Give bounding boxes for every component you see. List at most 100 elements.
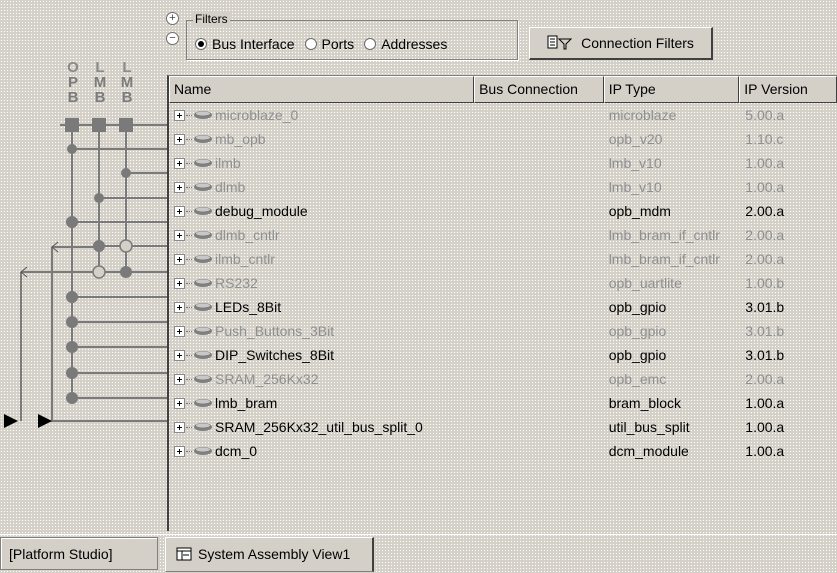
bus-slave-node: [66, 291, 78, 303]
ip-instance-name[interactable]: debug_module: [215, 203, 308, 219]
radio-bus-interface-button[interactable]: [195, 38, 207, 50]
bram-arrow-icon: [38, 414, 52, 428]
tree-expand-icon[interactable]: [174, 157, 185, 169]
table-row[interactable]: ilmb_cntlr lmb_bram_if_cntlr 2.00.a: [169, 247, 837, 271]
bus-slave-node: [67, 144, 77, 154]
ip-instance-name[interactable]: dcm_0: [215, 443, 257, 459]
ip-instance-name[interactable]: ilmb_cntlr: [215, 251, 275, 267]
cell-ip-version: 1.00.a: [745, 419, 785, 435]
column-header-bus-connection[interactable]: Bus Connection: [474, 76, 604, 103]
connection-filters-button[interactable]: Connection Filters: [529, 27, 713, 60]
ip-core-icon: [194, 375, 212, 383]
ip-instance-name[interactable]: dlmb: [215, 179, 245, 195]
table-row[interactable]: Push_Buttons_3Bit opb_gpio 3.01.b: [169, 319, 837, 343]
tree-expand-icon[interactable]: [174, 253, 185, 265]
tab-platform-studio[interactable]: [Platform Studio]: [0, 537, 158, 570]
collapse-all-icon[interactable]: −: [166, 32, 179, 45]
table-row[interactable]: dlmb_cntlr lmb_bram_if_cntlr 2.00.a: [169, 223, 837, 247]
table-row[interactable]: SRAM_256Kx32_util_bus_split_0 util_bus_sp…: [169, 415, 837, 439]
cell-ip-type: opb_gpio: [608, 323, 667, 339]
tree-expand-icon[interactable]: [174, 373, 185, 385]
ip-core-icon: [194, 231, 212, 239]
radio-addresses-button[interactable]: [364, 38, 377, 50]
system-assembly-grid: Name Bus Connection IP Type IP Version m…: [167, 75, 837, 531]
tree-expand-icon[interactable]: [174, 325, 185, 337]
column-header-ip-type[interactable]: IP Type: [603, 76, 740, 103]
cell-name: LEDs_8Bit: [169, 299, 474, 315]
tree-expand-icon[interactable]: [174, 421, 185, 433]
ip-instance-name[interactable]: lmb_bram: [215, 395, 277, 411]
ip-instance-name[interactable]: SRAM_256Kx32_util_bus_split_0: [215, 419, 423, 435]
bus-slave-node: [120, 266, 132, 278]
table-row[interactable]: mb_opb opb_v20 1.10.c: [169, 127, 837, 151]
filters-group: Filters Bus Interface Ports Addresses: [186, 12, 518, 60]
table-row[interactable]: DIP_Switches_8Bit opb_gpio 3.01.b: [169, 343, 837, 367]
ip-instance-name[interactable]: RS232: [215, 275, 258, 291]
tree-connector: [186, 234, 192, 236]
tree-connector: [186, 186, 192, 188]
radio-addresses[interactable]: Addresses: [364, 36, 447, 52]
radio-ports-button[interactable]: [304, 38, 317, 50]
ip-core-icon: [194, 399, 212, 407]
tree-connector: [186, 426, 192, 428]
ip-instance-name[interactable]: DIP_Switches_8Bit: [215, 347, 334, 363]
cell-ip-type: dcm_module: [608, 443, 689, 459]
cell-ip-type: opb_gpio: [608, 347, 667, 363]
cell-name: dlmb: [169, 179, 474, 195]
table-row[interactable]: lmb_bram bram_block 1.00.a: [169, 391, 837, 415]
tree-connector: [186, 282, 192, 284]
column-header-ip-version[interactable]: IP Version: [739, 76, 837, 103]
table-row[interactable]: dcm_0 dcm_module 1.00.a: [169, 439, 837, 463]
ip-instance-name[interactable]: SRAM_256Kx32: [215, 371, 319, 387]
radio-addresses-label: Addresses: [381, 36, 448, 52]
radio-ports[interactable]: Ports: [304, 36, 355, 52]
tab-system-assembly-view[interactable]: System Assembly View1: [165, 537, 374, 572]
ip-instance-name[interactable]: ilmb: [215, 155, 241, 171]
tree-expand-icon[interactable]: [174, 277, 185, 289]
ip-core-icon: [194, 351, 212, 359]
cell-ip-version: 3.01.b: [745, 347, 785, 363]
radio-bus-interface[interactable]: Bus Interface: [195, 36, 295, 52]
column-header-name[interactable]: Name: [169, 76, 475, 103]
tree-expand-icon[interactable]: [174, 205, 185, 217]
radio-ports-label: Ports: [321, 36, 355, 52]
ip-core-icon: [194, 303, 212, 311]
tree-expand-icon[interactable]: [174, 301, 185, 313]
table-row[interactable]: microblaze_0 microblaze 5.00.a: [169, 103, 837, 127]
ip-instance-name[interactable]: LEDs_8Bit: [215, 299, 281, 315]
filters-legend: Filters: [193, 12, 230, 26]
table-row[interactable]: dlmb lmb_v10 1.00.a: [169, 175, 837, 199]
cell-name: ilmb_cntlr: [169, 251, 474, 267]
tree-expand-icon[interactable]: [174, 133, 185, 145]
cell-ip-version: 1.00.a: [745, 443, 785, 459]
ip-instance-name[interactable]: dlmb_cntlr: [215, 227, 280, 243]
tree-expand-icon[interactable]: [174, 445, 185, 457]
ip-core-icon: [194, 135, 212, 143]
tree-connector: [186, 162, 192, 164]
cell-ip-version: 1.00.b: [745, 275, 785, 291]
ip-core-icon: [194, 207, 212, 215]
ip-instance-name[interactable]: microblaze_0: [215, 107, 298, 123]
bus-header-letter: P: [67, 74, 78, 91]
expand-all-icon[interactable]: +: [166, 12, 179, 25]
ip-core-icon: [194, 327, 212, 335]
tree-connector: [186, 354, 192, 356]
tree-expand-icon[interactable]: [174, 397, 185, 409]
tree-expand-icon[interactable]: [174, 229, 185, 241]
cell-name: DIP_Switches_8Bit: [169, 347, 474, 363]
tree-expand-icon[interactable]: [174, 349, 185, 361]
ip-instance-name[interactable]: Push_Buttons_3Bit: [215, 323, 334, 339]
table-row[interactable]: SRAM_256Kx32 opb_emc 2.00.a: [169, 367, 837, 391]
bus-slave-node: [66, 341, 78, 353]
radio-bus-interface-label: Bus Interface: [212, 36, 295, 52]
table-row[interactable]: ilmb lmb_v10 1.00.a: [169, 151, 837, 175]
ip-instance-name[interactable]: mb_opb: [215, 131, 266, 147]
table-row[interactable]: RS232 opb_uartlite 1.00.b: [169, 271, 837, 295]
tree-expand-icon[interactable]: [174, 181, 185, 193]
cell-ip-type: opb_uartlite: [608, 275, 682, 291]
table-row[interactable]: LEDs_8Bit opb_gpio 3.01.b: [169, 295, 837, 319]
table-row[interactable]: debug_module opb_mdm 2.00.a: [169, 199, 837, 223]
ip-core-icon: [194, 183, 212, 191]
tab-system-assembly-view-label: System Assembly View1: [198, 546, 351, 562]
tree-expand-icon[interactable]: [174, 109, 185, 121]
